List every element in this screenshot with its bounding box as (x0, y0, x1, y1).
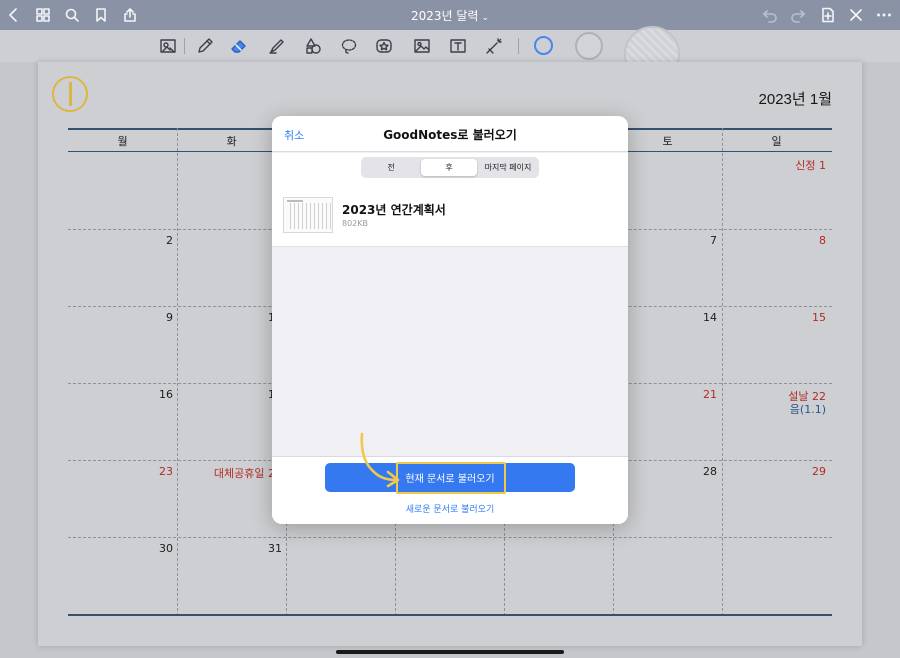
undo-icon[interactable] (760, 5, 780, 25)
file-list-item[interactable]: 2023년 연간계획서 802KB (272, 185, 628, 247)
insert-position-segmented-control: 전 후 마지막 페이지 (361, 157, 539, 178)
color-swatch-selected[interactable] (534, 36, 553, 55)
segment-before[interactable]: 전 (363, 159, 419, 176)
file-thumbnail (283, 197, 333, 233)
dialog-title: GoodNotes로 불러오기 (383, 128, 517, 142)
image-icon[interactable] (411, 35, 433, 57)
more-icon[interactable] (874, 5, 894, 25)
file-size: 802KB (342, 219, 369, 228)
import-to-new-document-link[interactable]: 새로운 문서로 불러오기 (406, 505, 495, 515)
thickness-option-medium[interactable] (575, 32, 603, 60)
eraser-icon[interactable] (228, 35, 250, 57)
tool-separator (518, 38, 519, 54)
dialog-header: 취소 GoodNotes로 불러오기 (272, 116, 628, 152)
file-name: 2023년 연간계획서 (342, 203, 446, 217)
segment-after[interactable]: 후 (421, 159, 477, 176)
image-select-icon[interactable] (157, 35, 179, 57)
share-icon[interactable] (120, 5, 140, 25)
redo-icon[interactable] (788, 5, 808, 25)
bookmark-icon[interactable] (91, 5, 111, 25)
import-to-current-document-button[interactable]: 현재 문서로 불러오기 (325, 463, 575, 492)
import-dialog: 취소 GoodNotes로 불러오기 전 후 마지막 페이지 2023년 연간계… (272, 116, 628, 524)
chevron-left-icon[interactable] (4, 5, 24, 25)
close-icon[interactable] (846, 5, 866, 25)
cancel-button[interactable]: 취소 (284, 127, 304, 143)
tool-bar (0, 26, 900, 82)
shapes-icon[interactable] (302, 35, 324, 57)
segment-last-page[interactable]: 마지막 페이지 (479, 159, 537, 176)
grid-icon[interactable] (33, 5, 53, 25)
highlighter-icon[interactable] (266, 35, 288, 57)
search-icon[interactable] (62, 5, 82, 25)
add-page-icon[interactable] (818, 5, 838, 25)
dialog-footer: 현재 문서로 불러오기 새로운 문서로 불러오기 (272, 456, 628, 524)
tool-separator (184, 38, 185, 54)
home-indicator[interactable] (336, 650, 564, 654)
laser-pointer-icon[interactable] (483, 35, 505, 57)
top-nav-bar: 2023년 달력 ⌄ (0, 0, 900, 30)
text-box-icon[interactable] (447, 35, 469, 57)
document-title-menu[interactable]: 2023년 달력 ⌄ (411, 9, 489, 23)
sticker-icon[interactable] (373, 35, 395, 57)
pen-icon[interactable] (194, 35, 216, 57)
document-title: 2023년 달력 (410, 9, 479, 23)
chevron-down-icon: ⌄ (481, 13, 490, 23)
lasso-icon[interactable] (338, 35, 360, 57)
